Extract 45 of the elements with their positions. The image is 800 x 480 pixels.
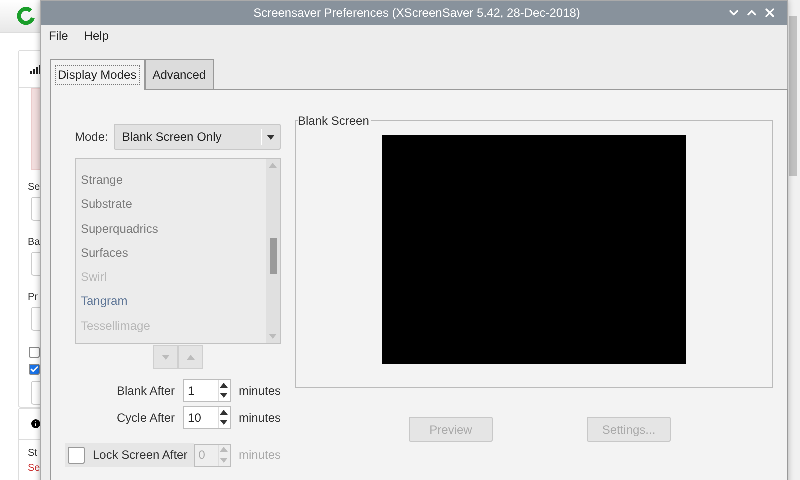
list-item[interactable]: Substrate: [76, 197, 266, 222]
unit-label: minutes: [238, 384, 281, 398]
down-arrow-icon: [269, 334, 277, 339]
up-arrow-icon: [220, 410, 228, 415]
spin-field[interactable]: 10: [183, 406, 231, 429]
down-arrow-icon: [220, 420, 228, 426]
spin-field[interactable]: 1: [183, 379, 231, 402]
down-arrow-icon: [162, 354, 170, 360]
up-arrow-icon: [269, 163, 277, 168]
up-arrow-icon: [186, 354, 194, 360]
list-item[interactable]: Surfaces: [76, 246, 266, 270]
status-label: St: [28, 448, 38, 459]
unit-label: minutes: [238, 448, 281, 462]
list-item[interactable]: Superquadrics: [76, 222, 266, 246]
move-down-button[interactable]: [153, 345, 178, 369]
field-label: Pr: [28, 292, 38, 303]
move-up-button[interactable]: [178, 345, 203, 369]
lock-label: Lock Screen After: [93, 448, 188, 462]
unit-label: minutes: [238, 410, 281, 424]
list-scrollbar[interactable]: [266, 159, 280, 343]
dropdown-arrow-icon: [267, 134, 275, 140]
status-value: Se: [28, 463, 40, 474]
frame-title: Blank Screen: [298, 114, 372, 128]
mode-label: Mode:: [75, 130, 108, 144]
timer-label: Blank After: [116, 384, 176, 398]
up-arrow-icon: [220, 447, 228, 452]
list-item[interactable]: Strange: [76, 173, 266, 198]
timer-label: Cycle After: [116, 410, 176, 424]
down-arrow-icon: [220, 458, 228, 463]
up-arrow-icon: [220, 382, 228, 388]
menu-item[interactable]: File: [49, 29, 68, 43]
list-item[interactable]: Tangram: [76, 294, 266, 319]
mode-dropdown[interactable]: Blank Screen Only: [114, 124, 281, 150]
checkbox[interactable]: [29, 347, 40, 358]
down-arrow-icon: [220, 393, 228, 398]
window-title: Screensaver Preferences (XScreenSaver 5.42, 28-Dec-2018): [252, 6, 582, 20]
tab[interactable]: Display Modes: [50, 59, 145, 90]
tab[interactable]: Advanced: [144, 59, 214, 90]
logo-icon: [17, 7, 35, 25]
scroll-thumb[interactable]: [270, 238, 276, 274]
close-icon: [763, 6, 777, 20]
checkbox[interactable]: [29, 364, 40, 375]
field-label: Ba: [28, 237, 40, 248]
menu-item[interactable]: Help: [84, 29, 110, 43]
field-label: Se: [28, 182, 40, 193]
